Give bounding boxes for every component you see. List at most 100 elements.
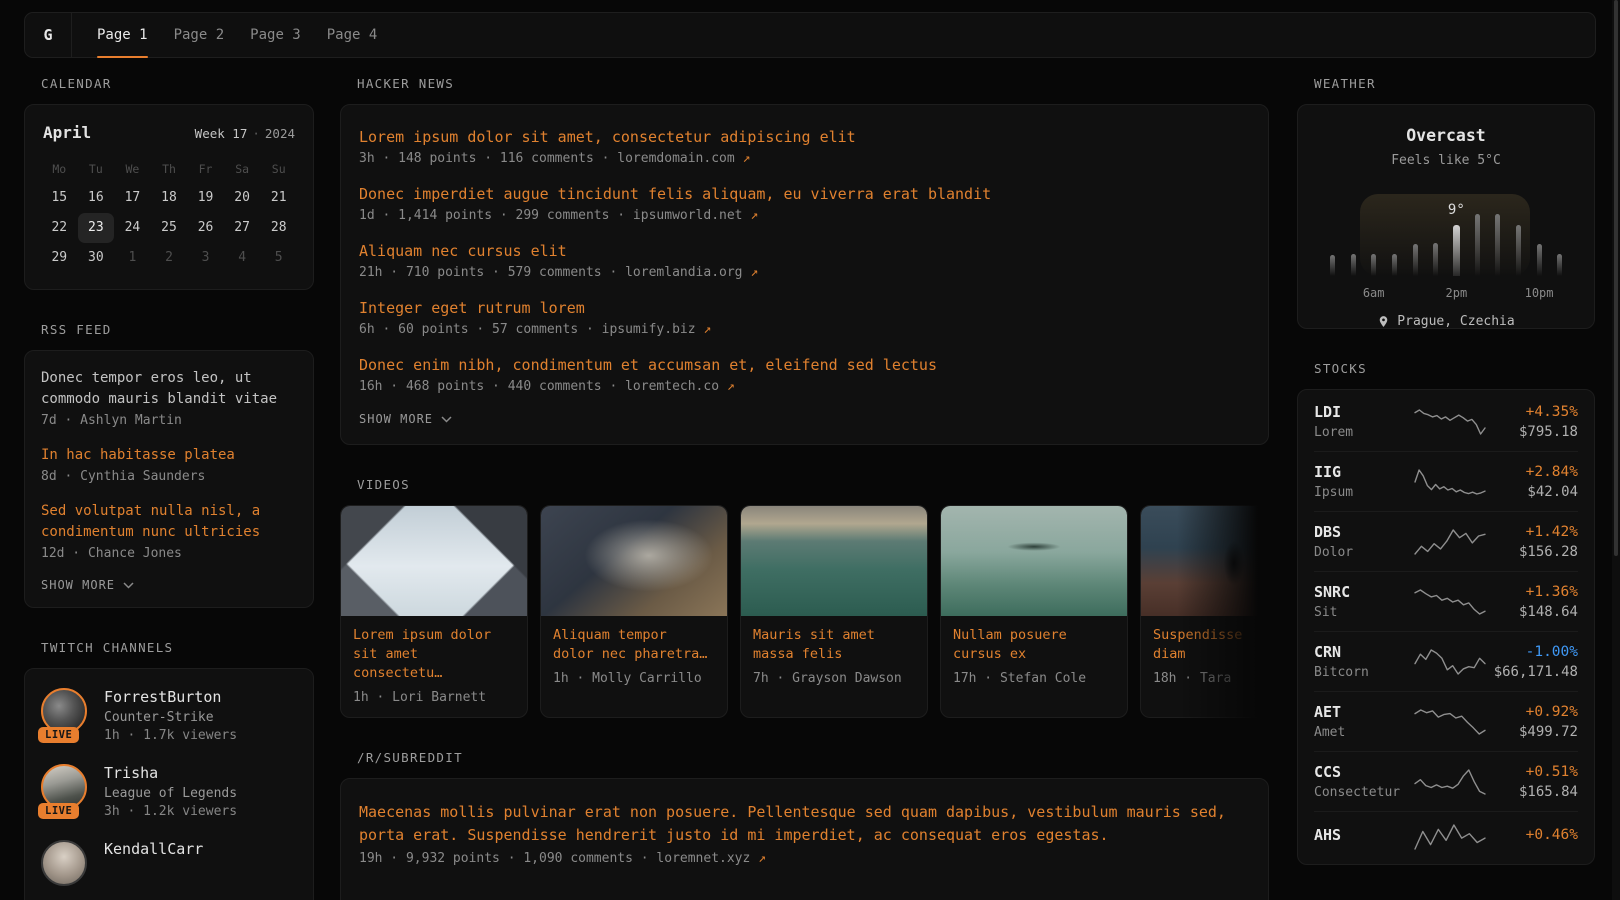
stock-sparkline bbox=[1413, 823, 1487, 851]
rss-item-title[interactable]: Donec tempor eros leo, ut commodo mauris… bbox=[41, 368, 297, 410]
weather-hour-column bbox=[1405, 190, 1426, 276]
rss-show-more-button[interactable]: SHOW MORE bbox=[41, 578, 297, 592]
stock-symbol: CRN bbox=[1314, 643, 1413, 661]
stock-chart bbox=[1413, 768, 1487, 796]
calendar-day: 19 bbox=[187, 183, 224, 213]
stock-row[interactable]: CRN Bitcorn -1.00% $66,171.48 bbox=[1314, 631, 1578, 691]
twitch-channel-row[interactable]: LIVE ForrestBurton Counter-Strike 1h · 1… bbox=[41, 688, 297, 743]
hn-item-title[interactable]: Lorem ipsum dolor sit amet, consectetur … bbox=[359, 127, 1250, 147]
channel-name[interactable]: Trisha bbox=[104, 764, 237, 782]
tab-page-3[interactable]: Page 3 bbox=[250, 13, 301, 57]
hn-item-meta: 6h · 60 points · 57 comments · ipsumify.… bbox=[359, 322, 1250, 337]
channel-info: KendallCarr bbox=[104, 840, 203, 858]
video-title[interactable]: Mauris sit amet massa felis bbox=[753, 626, 915, 664]
video-thumbnail-sea-boat-wake[interactable] bbox=[741, 506, 927, 616]
twitch-channel-row[interactable]: LIVE Trisha League of Legends 3h · 1.2k … bbox=[41, 764, 297, 819]
hn-item-title[interactable]: Donec imperdiet augue tincidunt felis al… bbox=[359, 184, 1250, 204]
stock-row[interactable]: IIG Ipsum +2.84% $42.04 bbox=[1314, 451, 1578, 511]
weekday-label: Fr bbox=[187, 155, 224, 183]
hn-meta-text[interactable]: 16h · 468 points · 440 comments · loremt… bbox=[359, 379, 719, 394]
channel-info: ForrestBurton Counter-Strike 1h · 1.7k v… bbox=[104, 688, 237, 743]
chevron-down-icon bbox=[441, 416, 452, 423]
app-logo[interactable]: G bbox=[25, 13, 72, 57]
calendar-section-title: CALENDAR bbox=[24, 76, 314, 91]
video-title[interactable]: Nullam posuere cursus ex bbox=[953, 626, 1115, 664]
videos-carousel[interactable]: Lorem ipsum dolor sit amet consectetu… 1… bbox=[340, 505, 1269, 718]
tab-page-1[interactable]: Page 1 bbox=[97, 13, 148, 57]
weather-hour-column: 10pm bbox=[1529, 190, 1550, 276]
weather-widget: Overcast Feels like 5°C 6am9°2pm10pm Pra… bbox=[1297, 104, 1595, 329]
hn-meta-text[interactable]: 6h · 60 points · 57 comments · ipsumify.… bbox=[359, 322, 696, 337]
stock-row[interactable]: LDI Lorem +4.35% $795.18 bbox=[1314, 392, 1578, 451]
stock-row[interactable]: CCS Consectetur +0.51% $165.84 bbox=[1314, 751, 1578, 811]
stock-id: SNRC Sit bbox=[1314, 583, 1413, 620]
weekday-label: Sa bbox=[224, 155, 261, 183]
stock-row[interactable]: AET Amet +0.92% $499.72 bbox=[1314, 691, 1578, 751]
tab-page-4[interactable]: Page 4 bbox=[327, 13, 378, 57]
rss-item-title[interactable]: In hac habitasse platea bbox=[41, 445, 297, 466]
hackernews-section-title: HACKER NEWS bbox=[340, 76, 1269, 91]
twitch-section-title: TWITCH CHANNELS bbox=[24, 640, 314, 655]
hn-meta-text[interactable]: 1d · 1,414 points · 299 comments · ipsum… bbox=[359, 208, 743, 223]
stock-name: Ipsum bbox=[1314, 485, 1413, 500]
video-meta: 18h · Tara bbox=[1153, 671, 1269, 686]
video-card[interactable]: Lorem ipsum dolor sit amet consectetu… 1… bbox=[340, 505, 528, 718]
vertical-scrollbar[interactable] bbox=[1612, 0, 1620, 900]
weather-bar bbox=[1330, 255, 1335, 276]
twitch-channel-row[interactable]: KendallCarr bbox=[41, 840, 297, 886]
video-body: Mauris sit amet massa felis 7h · Grayson… bbox=[741, 616, 927, 698]
stock-price: $148.64 bbox=[1487, 604, 1578, 620]
video-thumbnail-concrete-pillars-sky[interactable] bbox=[341, 506, 527, 616]
chevron-down-icon bbox=[123, 582, 134, 589]
tab-page-2[interactable]: Page 2 bbox=[174, 13, 225, 57]
video-body: Suspendisse diam 18h · Tara bbox=[1141, 616, 1269, 698]
calendar-day-next-month: 4 bbox=[224, 243, 261, 273]
right-column: WEATHER Overcast Feels like 5°C 6am9°2pm… bbox=[1297, 76, 1595, 865]
reddit-meta-text[interactable]: 19h · 9,932 points · 1,090 comments · lo… bbox=[359, 851, 750, 866]
avatar-wrap: LIVE bbox=[41, 688, 87, 734]
video-card[interactable]: Aliquam tempor dolor nec pharetra… 1h · … bbox=[540, 505, 728, 718]
hn-show-more-button[interactable]: SHOW MORE bbox=[359, 412, 1250, 426]
video-title[interactable]: Suspendisse diam bbox=[1153, 626, 1251, 664]
hn-item-title[interactable]: Donec enim nibh, condimentum et accumsan… bbox=[359, 355, 1250, 375]
reddit-post-title[interactable]: Maecenas mollis pulvinar erat non posuer… bbox=[359, 801, 1250, 847]
rss-item-title[interactable]: Sed volutpat nulla nisl, a condimentum n… bbox=[41, 501, 297, 543]
video-thumbnail-camera-in-hands[interactable] bbox=[541, 506, 727, 616]
calendar-day: 29 bbox=[41, 243, 78, 273]
external-link-icon: ↗ bbox=[758, 851, 766, 866]
weekday-label: Tu bbox=[78, 155, 115, 183]
video-meta: 1h · Lori Barnett bbox=[353, 690, 515, 705]
channel-name[interactable]: ForrestBurton bbox=[104, 688, 237, 706]
calendar-day-next-month: 5 bbox=[260, 243, 297, 273]
video-title[interactable]: Lorem ipsum dolor sit amet consectetu… bbox=[353, 626, 515, 683]
hn-item-meta: 21h · 710 points · 579 comments · loreml… bbox=[359, 265, 1250, 280]
stock-row[interactable]: AHS +0.46% bbox=[1314, 811, 1578, 862]
weather-location-row[interactable]: Prague, Czechia bbox=[1314, 314, 1578, 329]
hn-item-title[interactable]: Aliquam nec cursus elit bbox=[359, 241, 1250, 261]
stock-sparkline bbox=[1413, 408, 1487, 436]
weekday-label: Su bbox=[260, 155, 297, 183]
hn-item-title[interactable]: Integer eget rutrum lorem bbox=[359, 298, 1250, 318]
video-body: Nullam posuere cursus ex 17h · Stefan Co… bbox=[941, 616, 1127, 698]
video-card[interactable]: Nullam posuere cursus ex 17h · Stefan Co… bbox=[940, 505, 1128, 718]
scrollbar-thumb[interactable] bbox=[1614, 0, 1618, 556]
stock-row[interactable]: SNRC Sit +1.36% $148.64 bbox=[1314, 571, 1578, 631]
video-card[interactable]: Mauris sit amet massa felis 7h · Grayson… bbox=[740, 505, 928, 718]
video-meta: 1h · Molly Carrillo bbox=[553, 671, 715, 686]
hackernews-widget: Lorem ipsum dolor sit amet, consectetur … bbox=[340, 104, 1269, 445]
channel-name[interactable]: KendallCarr bbox=[104, 840, 203, 858]
stock-row[interactable]: DBS Dolor +1.42% $156.28 bbox=[1314, 511, 1578, 571]
video-thumbnail-figure-misty-field[interactable] bbox=[1141, 506, 1269, 616]
hn-meta-text[interactable]: 3h · 148 points · 116 comments · loremdo… bbox=[359, 151, 735, 166]
hn-meta-text[interactable]: 21h · 710 points · 579 comments · loreml… bbox=[359, 265, 743, 280]
external-link-icon: ↗ bbox=[703, 322, 711, 337]
stock-chart bbox=[1413, 708, 1487, 736]
avatar-wrap: LIVE bbox=[41, 764, 87, 810]
video-thumbnail-canoe-misty-lake[interactable] bbox=[941, 506, 1127, 616]
current-temp-label: 9° bbox=[1448, 202, 1465, 218]
video-card[interactable]: Suspendisse diam 18h · Tara bbox=[1140, 505, 1269, 718]
stock-name: Sit bbox=[1314, 605, 1413, 620]
stock-symbol: DBS bbox=[1314, 523, 1413, 541]
video-title[interactable]: Aliquam tempor dolor nec pharetra… bbox=[553, 626, 715, 664]
weather-bar bbox=[1413, 244, 1418, 276]
